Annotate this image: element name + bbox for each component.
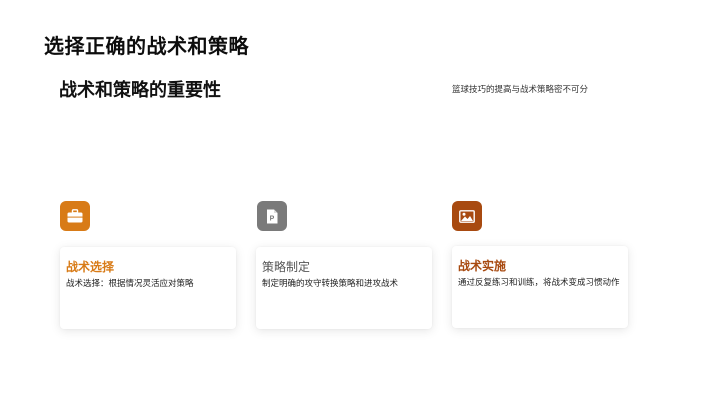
image-icon [452,201,482,231]
card-title: 策略制定 [262,260,311,274]
section-title: 战术和策略的重要性 [59,80,221,101]
card-strategy-formulation: 策略制定 制定明确的攻守转换策略和进攻战术 [256,247,432,329]
section-subtitle: 篮球技巧的提高与战术策略密不可分 [452,85,589,95]
card-tactic-implementation: 战术实施 通过反复练习和训练，将战术变成习惯动作 [452,246,628,328]
card-title: 战术实施 [458,259,507,273]
slide-title: 选择正确的战术和策略 [44,34,249,58]
card-title: 战术选择 [66,260,115,274]
card-description: 通过反复练习和训练，将战术变成习惯动作 [458,278,620,288]
svg-text:P: P [270,215,275,222]
card-tactic-selection: 战术选择 战术选择：根据情况灵活应对策略 [60,247,236,329]
document-p-icon: P [257,201,287,231]
card-description: 战术选择：根据情况灵活应对策略 [66,279,194,289]
card-description: 制定明确的攻守转换策略和进攻战术 [262,279,399,289]
briefcase-icon [60,201,90,231]
